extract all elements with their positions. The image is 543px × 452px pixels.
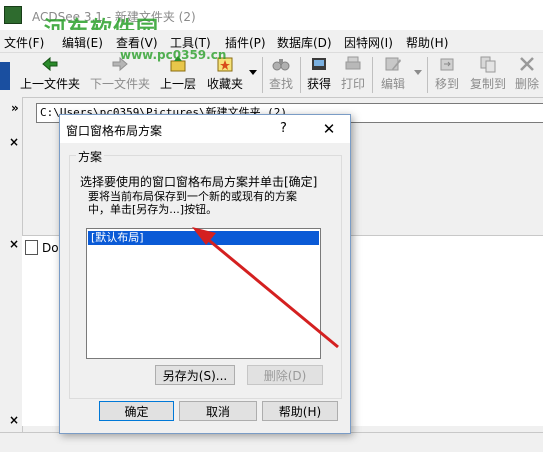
help-button[interactable]: 帮助(H) (262, 401, 338, 421)
dialog-title-bar: 窗口窗格布局方案 ? ✕ (60, 115, 350, 143)
close-icon[interactable]: × (9, 413, 19, 427)
folder-pane: » × × × (0, 97, 23, 432)
menu-help[interactable]: 帮助(H) (406, 34, 448, 51)
status-bar (0, 432, 543, 452)
menu-edit[interactable]: 编辑(E) (62, 34, 103, 51)
move-to-button[interactable]: 移到 (432, 55, 462, 95)
close-icon[interactable]: × (9, 237, 19, 251)
find-button[interactable]: 查找 (266, 55, 296, 95)
favorites-dropdown[interactable] (248, 65, 258, 105)
list-item[interactable]: [默认布局] (88, 231, 319, 245)
description-text: 要将当前布局保存到一个新的或现有的方案 中，单击[另存为...]按钮。 (88, 190, 297, 216)
prev-folder-label: 上一文件夹 (19, 77, 80, 91)
cancel-button[interactable]: 取消 (179, 401, 257, 421)
copy-icon (480, 56, 496, 73)
edit-label: 编辑 (380, 77, 405, 91)
menu-plugins[interactable]: 插件(P) (225, 34, 266, 51)
menu-database[interactable]: 数据库(D) (277, 34, 332, 51)
description-line-3: 中，单击[另存为...]按钮。 (88, 203, 218, 216)
group-label: 方案 (76, 148, 105, 165)
toolbar-separator (262, 57, 263, 93)
layout-scheme-dialog: 窗口窗格布局方案 ? ✕ 方案 选择要使用的窗口窗格布局方案并单击[确定] 要将… (59, 114, 351, 434)
description-line-1: 选择要使用的窗口窗格布局方案并单击[确定] (80, 175, 318, 189)
copy-to-button[interactable]: 复制到 (467, 55, 509, 95)
arrow-left-icon (42, 56, 58, 72)
delete-label: 删除 (514, 77, 539, 91)
file-item-label[interactable]: Do (42, 241, 59, 255)
edit-button[interactable]: 编辑 (378, 55, 408, 95)
print-label: 打印 (340, 77, 365, 91)
chevron-down-icon (414, 70, 422, 75)
favorites-label: 收藏夹 (206, 77, 243, 91)
edit-dropdown[interactable] (413, 65, 423, 105)
up-level-label: 上一层 (159, 77, 196, 91)
dialog-title: 窗口窗格布局方案 (66, 124, 163, 138)
move-icon (440, 58, 454, 71)
acquire-icon (312, 58, 326, 70)
binoculars-icon (272, 59, 290, 71)
app-icon (4, 6, 22, 24)
close-icon[interactable]: ✕ (318, 119, 340, 139)
acquire-button[interactable]: 获得 (304, 55, 334, 95)
printer-icon (345, 56, 361, 70)
close-icon[interactable]: × (9, 135, 19, 149)
menu-file[interactable]: 文件(F) (4, 34, 44, 51)
left-accent (0, 62, 10, 90)
toolbar-separator (300, 57, 301, 93)
toolbar-separator (372, 57, 373, 93)
acquire-label: 获得 (306, 77, 331, 91)
menu-bar: 文件(F) 编辑(E) 查看(V) 工具(T) 插件(P) 数据库(D) 因特网… (0, 30, 543, 53)
menu-internet[interactable]: 因特网(I) (344, 34, 393, 51)
save-as-button[interactable]: 另存为(S)... (155, 365, 235, 385)
description-line-2: 要将当前布局保存到一个新的或现有的方案 (88, 190, 297, 203)
toolbar: 上一文件夹 下一文件夹 上一层 收藏夹 查找 获得 打印 编辑 移到 复制到 删… (0, 53, 543, 98)
ok-button[interactable]: 确定 (99, 401, 174, 421)
next-folder-label: 下一文件夹 (89, 77, 150, 91)
help-icon[interactable]: ? (280, 121, 287, 136)
find-label: 查找 (268, 77, 293, 91)
edit-icon (385, 57, 401, 71)
scheme-list[interactable]: [默认布局] (86, 228, 321, 359)
watermark-url: www.pc0359.cn (120, 48, 227, 62)
delete-button[interactable]: 删除 (512, 55, 542, 95)
print-button[interactable]: 打印 (338, 55, 368, 95)
delete-scheme-button[interactable]: 删除(D) (247, 365, 323, 385)
move-to-label: 移到 (434, 77, 459, 91)
delete-icon (520, 57, 534, 71)
copy-to-label: 复制到 (469, 77, 506, 91)
pin-icon: » (11, 101, 19, 115)
document-icon (25, 240, 38, 255)
prev-folder-button[interactable]: 上一文件夹 (18, 55, 82, 95)
chevron-down-icon (249, 70, 257, 75)
toolbar-separator (427, 57, 428, 93)
